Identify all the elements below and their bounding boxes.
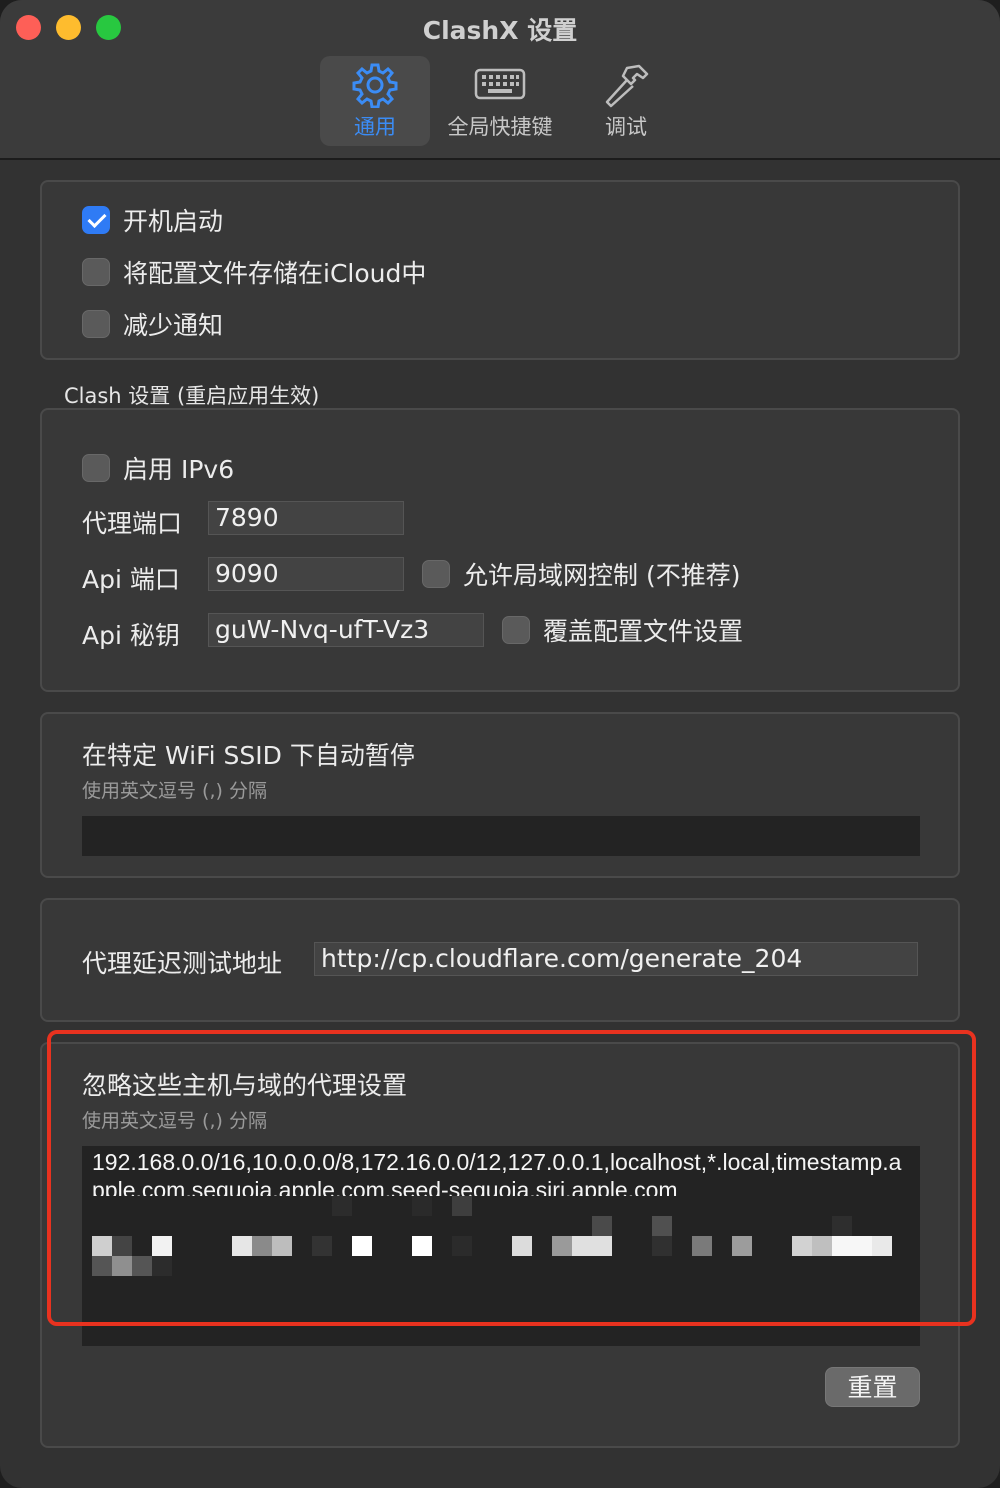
bypass-hosts-box: 忽略这些主机与域的代理设置 使用英文逗号 (,) 分隔 192.168.0.0/… bbox=[40, 1042, 960, 1448]
reset-button[interactable]: 重置 bbox=[825, 1367, 920, 1407]
icloud-config-option[interactable]: 将配置文件存储在iCloud中 bbox=[82, 256, 426, 288]
allow-lan-label: 允许局域网控制 (不推荐) bbox=[463, 561, 741, 590]
redaction-mosaic bbox=[82, 1196, 920, 1286]
title-bar: ClashX 设置 通用 全局快捷键 调试 bbox=[0, 0, 1000, 160]
wifi-pause-hint: 使用英文逗号 (,) 分隔 bbox=[82, 780, 267, 802]
clash-settings-box: 启用 IPv6 代理端口 7890 Api 端口 9090 允许局域网控制 (不… bbox=[40, 408, 960, 692]
clash-settings-title: Clash 设置 (重启应用生效) bbox=[64, 384, 320, 408]
launch-at-login-option[interactable]: 开机启动 bbox=[82, 204, 223, 236]
reduce-notifications-label: 减少通知 bbox=[123, 311, 224, 340]
api-port-label: Api 端口 bbox=[82, 565, 180, 594]
icloud-config-label: 将配置文件存储在iCloud中 bbox=[123, 259, 427, 288]
ipv6-label: 启用 IPv6 bbox=[123, 455, 235, 484]
tab-general[interactable]: 通用 bbox=[320, 56, 430, 146]
latency-test-label: 代理延迟测试地址 bbox=[82, 949, 283, 978]
window-title: ClashX 设置 bbox=[422, 16, 578, 45]
api-secret-input[interactable]: guW-Nvq-ufT-Vz3 bbox=[208, 613, 484, 647]
bypass-hosts-textarea[interactable]: 192.168.0.0/16,10.0.0.0/8,172.16.0.0/12,… bbox=[82, 1146, 920, 1346]
override-config-option[interactable]: 覆盖配置文件设置 bbox=[502, 614, 743, 646]
latency-test-box: 代理延迟测试地址 http://cp.cloudflare.com/genera… bbox=[40, 898, 960, 1022]
wifi-ssid-textarea[interactable] bbox=[82, 816, 920, 856]
tab-debug-label: 调试 bbox=[605, 115, 647, 139]
keyboard-icon bbox=[474, 62, 526, 106]
bypass-hint: 使用英文逗号 (,) 分隔 bbox=[82, 1110, 267, 1132]
override-config-checkbox[interactable] bbox=[502, 616, 530, 644]
ipv6-option[interactable]: 启用 IPv6 bbox=[82, 452, 234, 484]
launch-at-login-label: 开机启动 bbox=[123, 207, 224, 236]
tab-global-shortcuts[interactable]: 全局快捷键 bbox=[438, 56, 562, 146]
hammer-icon bbox=[601, 62, 651, 114]
allow-lan-option[interactable]: 允许局域网控制 (不推荐) bbox=[422, 558, 740, 590]
allow-lan-checkbox[interactable] bbox=[422, 560, 450, 588]
wifi-pause-box: 在特定 WiFi SSID 下自动暂停 使用英文逗号 (,) 分隔 bbox=[40, 712, 960, 878]
tab-global-shortcuts-label: 全局快捷键 bbox=[447, 115, 553, 139]
bypass-title: 忽略这些主机与域的代理设置 bbox=[82, 1071, 408, 1100]
tab-debug[interactable]: 调试 bbox=[582, 56, 670, 146]
tab-general-label: 通用 bbox=[354, 115, 396, 139]
latency-test-url-input[interactable]: http://cp.cloudflare.com/generate_204 bbox=[314, 942, 918, 976]
reduce-notifications-option[interactable]: 减少通知 bbox=[82, 308, 223, 340]
general-options-box: 开机启动 将配置文件存储在iCloud中 减少通知 bbox=[40, 180, 960, 360]
api-secret-label: Api 秘钥 bbox=[82, 621, 180, 650]
icloud-config-checkbox[interactable] bbox=[82, 258, 110, 286]
launch-at-login-checkbox[interactable] bbox=[82, 206, 110, 234]
proxy-port-label: 代理端口 bbox=[82, 509, 183, 538]
reduce-notifications-checkbox[interactable] bbox=[82, 310, 110, 338]
wifi-pause-title: 在特定 WiFi SSID 下自动暂停 bbox=[82, 741, 415, 770]
api-port-input[interactable]: 9090 bbox=[208, 557, 404, 591]
gear-icon bbox=[352, 62, 398, 112]
override-config-label: 覆盖配置文件设置 bbox=[543, 617, 744, 646]
ipv6-checkbox[interactable] bbox=[82, 454, 110, 482]
settings-window: ClashX 设置 通用 全局快捷键 调试 开机启动 将配置文件存储在iClou… bbox=[0, 0, 1000, 1488]
proxy-port-input[interactable]: 7890 bbox=[208, 501, 404, 535]
